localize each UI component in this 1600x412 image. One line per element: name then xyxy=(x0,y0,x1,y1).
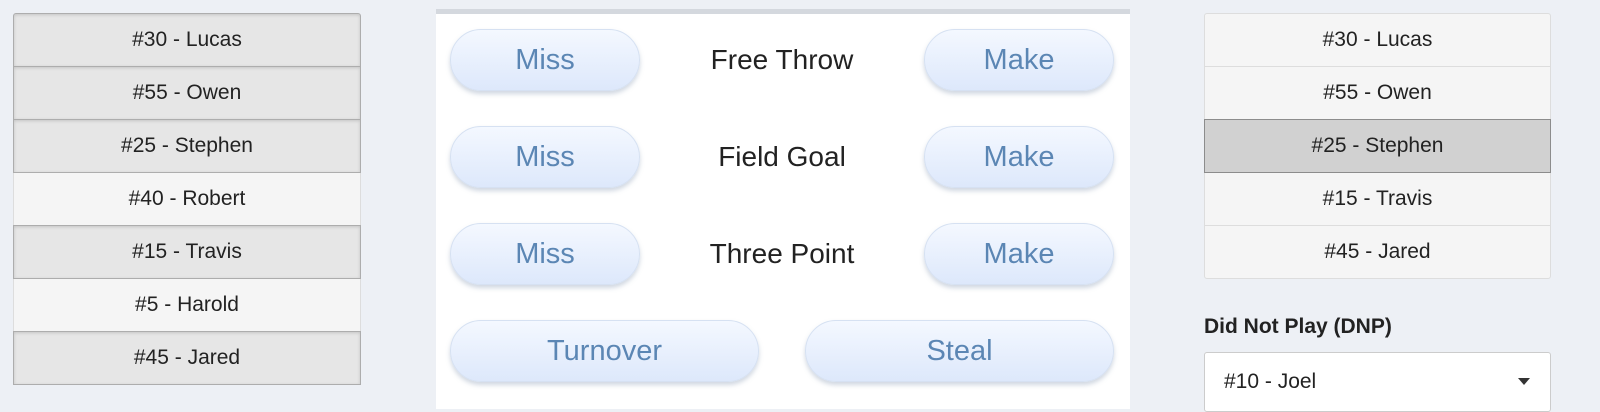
left-roster-player[interactable]: #5 - Harold xyxy=(13,278,361,332)
left-roster: #30 - Lucas #55 - Owen #25 - Stephen #40… xyxy=(13,13,361,385)
left-roster-player[interactable]: #55 - Owen xyxy=(13,66,361,120)
chevron-down-icon xyxy=(1518,378,1530,385)
free-throw-make-button[interactable]: Make xyxy=(924,29,1114,91)
field-goal-make-button[interactable]: Make xyxy=(924,126,1114,188)
three-point-label: Three Point xyxy=(709,238,855,269)
left-roster-player[interactable]: #25 - Stephen xyxy=(13,119,361,173)
turnover-steal-row: Turnover Steal xyxy=(436,320,1130,386)
left-roster-player[interactable]: #40 - Robert xyxy=(13,172,361,226)
free-throw-row: Miss Free Throw Make xyxy=(436,29,1130,95)
dnp-selected-value: #10 - Joel xyxy=(1224,370,1317,393)
right-roster-player-selected[interactable]: #25 - Stephen xyxy=(1204,119,1551,173)
left-roster-player[interactable]: #45 - Jared xyxy=(13,331,361,385)
left-roster-player[interactable]: #30 - Lucas xyxy=(13,13,361,67)
three-point-miss-button[interactable]: Miss xyxy=(450,223,640,285)
right-roster: #30 - Lucas #55 - Owen #25 - Stephen #15… xyxy=(1204,13,1551,279)
right-roster-player[interactable]: #55 - Owen xyxy=(1204,66,1551,120)
dnp-select[interactable]: #10 - Joel xyxy=(1204,352,1551,412)
field-goal-label: Field Goal xyxy=(718,141,846,172)
field-goal-row: Miss Field Goal Make xyxy=(436,126,1130,192)
steal-button[interactable]: Steal xyxy=(805,320,1114,382)
field-goal-miss-button[interactable]: Miss xyxy=(450,126,640,188)
right-roster-player[interactable]: #30 - Lucas xyxy=(1204,13,1551,67)
right-roster-player[interactable]: #45 - Jared xyxy=(1204,225,1551,279)
dnp-label: Did Not Play (DNP) xyxy=(1204,315,1392,338)
three-point-make-button[interactable]: Make xyxy=(924,223,1114,285)
free-throw-label: Free Throw xyxy=(710,44,854,75)
three-point-row: Miss Three Point Make xyxy=(436,223,1130,289)
turnover-button[interactable]: Turnover xyxy=(450,320,759,382)
free-throw-miss-button[interactable]: Miss xyxy=(450,29,640,91)
right-roster-player[interactable]: #15 - Travis xyxy=(1204,172,1551,226)
stat-entry-panel: Miss Free Throw Make Miss Field Goal Mak… xyxy=(436,9,1130,409)
left-roster-player[interactable]: #15 - Travis xyxy=(13,225,361,279)
